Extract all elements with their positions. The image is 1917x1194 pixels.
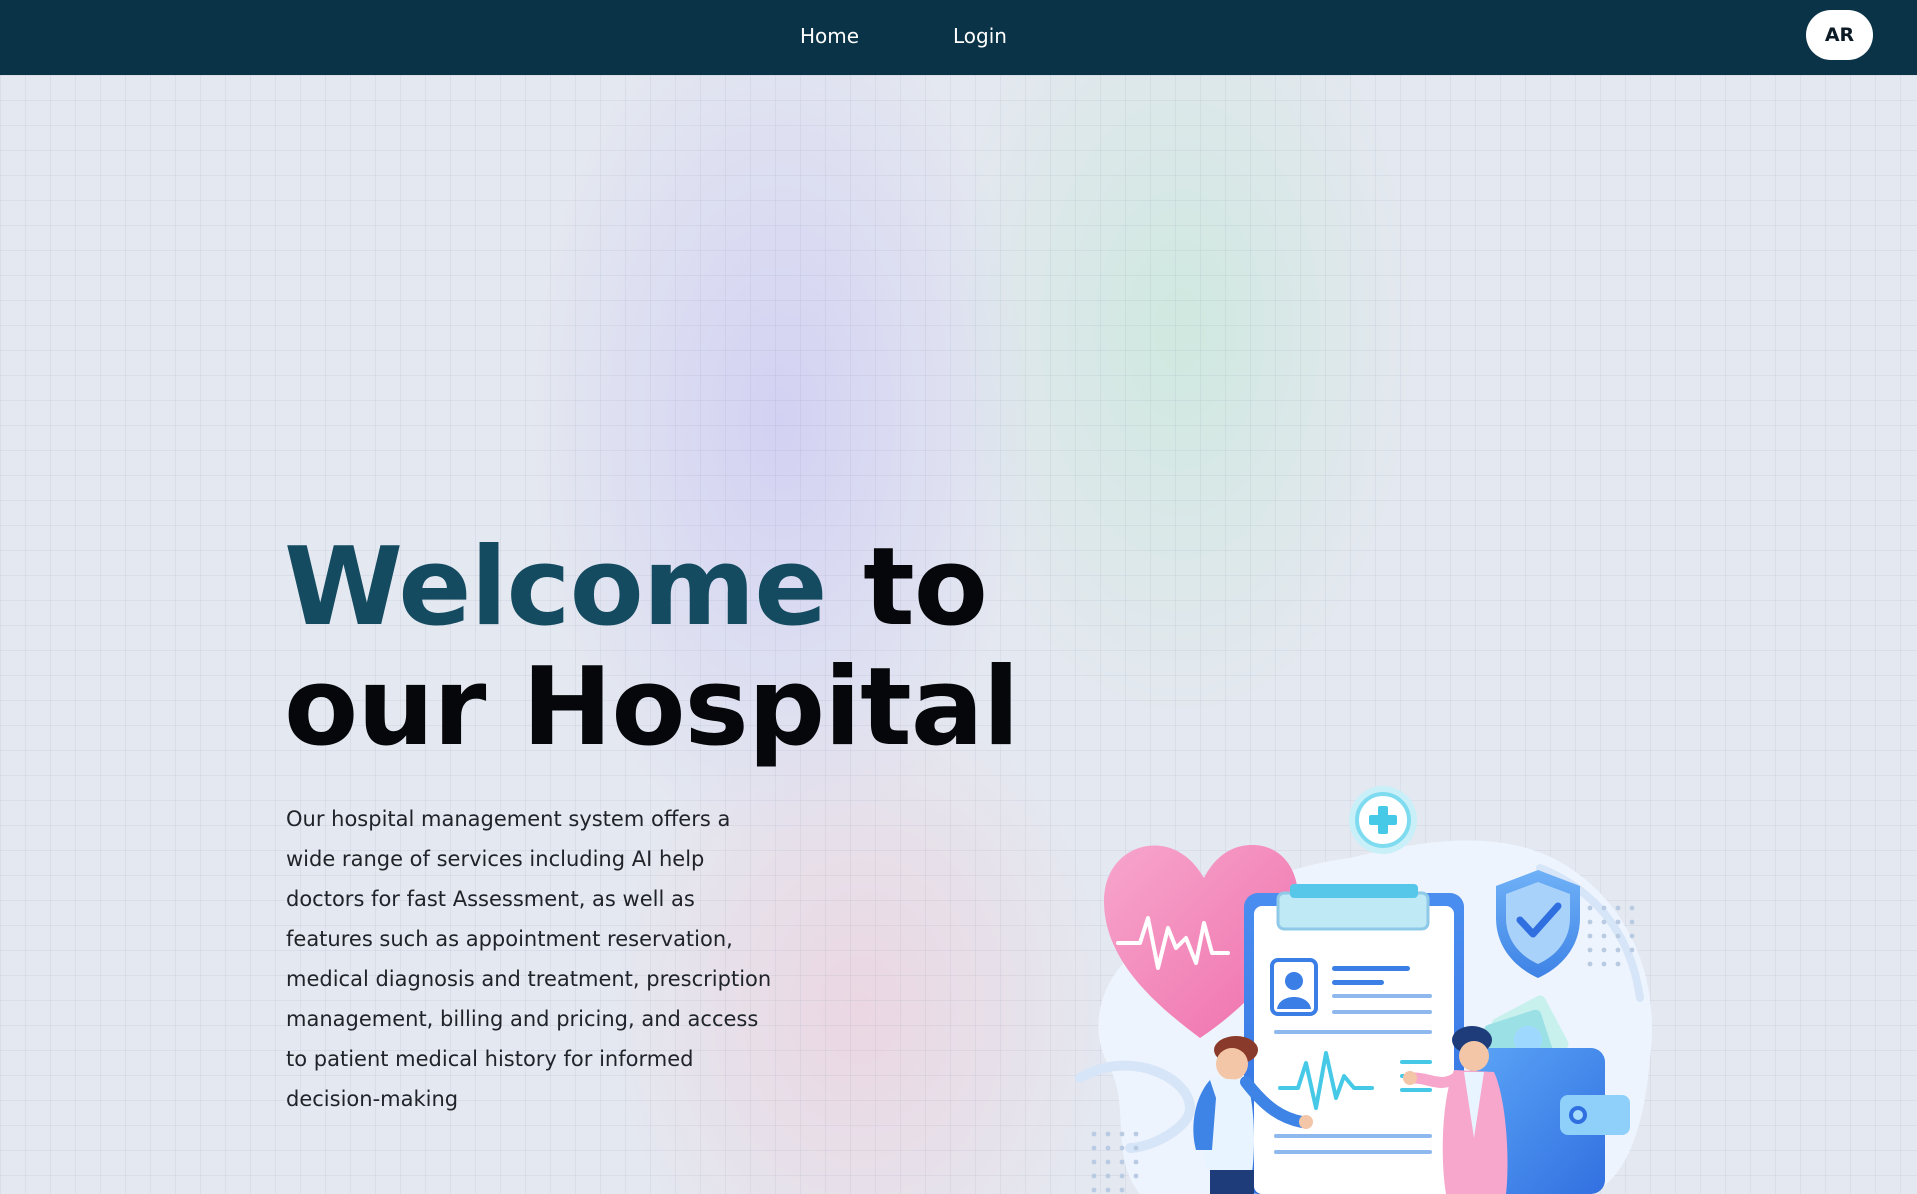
medical-cross-icon: [1349, 786, 1417, 854]
hero-title-accent: Welcome: [284, 525, 828, 650]
language-toggle-button[interactable]: AR: [1806, 10, 1873, 60]
nav-login-link[interactable]: Login: [953, 0, 1007, 75]
medical-illustration: [1075, 786, 1652, 1194]
hero-description: Our hospital management system offers a …: [286, 807, 772, 1111]
hero-title-rest-1: to: [863, 525, 988, 650]
clipboard-icon: [1244, 884, 1464, 1194]
hero-title: Welcome to our Hospital: [284, 525, 1020, 770]
hero-title-rest-2: our Hospital: [284, 645, 1020, 770]
top-navbar: Home Login AR: [0, 0, 1917, 75]
nav-home-link[interactable]: Home: [800, 0, 859, 75]
